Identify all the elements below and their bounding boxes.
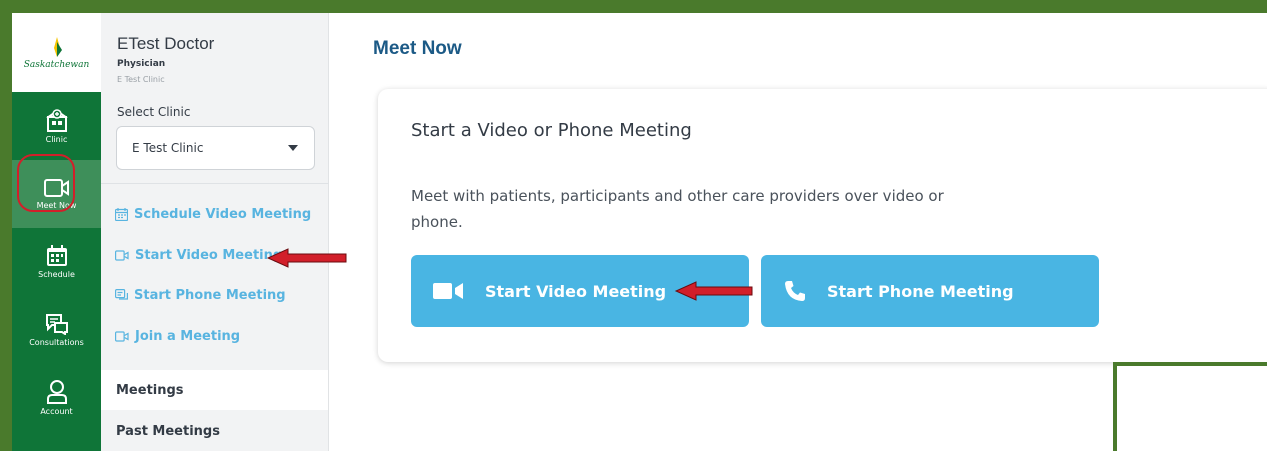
rail-item-account[interactable]: Account: [12, 364, 101, 432]
rail-item-label: Clinic: [45, 135, 68, 144]
rail-item-clinic[interactable]: Clinic: [12, 92, 101, 160]
select-clinic-label: Select Clinic: [117, 105, 191, 119]
logo-wordmark: Saskatchewan: [23, 59, 90, 70]
link-schedule-video-meeting[interactable]: Schedule Video Meeting: [115, 207, 311, 222]
link-label: Schedule Video Meeting: [134, 207, 312, 222]
user-clinic: E Test Clinic: [117, 75, 165, 84]
caret-down-icon: [288, 145, 298, 151]
clinic-icon: [45, 109, 68, 132]
rail-item-label: Account: [40, 407, 73, 416]
link-label: Start Phone Meeting: [134, 288, 286, 303]
sub-navigation: ETest Doctor Physician E Test Clinic Sel…: [101, 13, 329, 451]
rail-item-label: Consultations: [29, 338, 84, 347]
section-meetings[interactable]: Meetings: [101, 370, 328, 410]
rail-item-label: Schedule: [38, 270, 75, 279]
button-label: Start Phone Meeting: [827, 281, 1014, 301]
calendar-icon: [46, 245, 67, 266]
link-start-phone-meeting[interactable]: Start Phone Meeting: [115, 288, 286, 303]
button-label: Start Video Meeting: [485, 281, 667, 301]
user-name: ETest Doctor: [117, 34, 215, 53]
video-camera-icon: [115, 331, 129, 342]
link-start-video-meeting[interactable]: Start Video Meeting: [115, 248, 282, 263]
section-label: Past Meetings: [116, 423, 220, 439]
start-phone-meeting-button[interactable]: Start Phone Meeting: [761, 255, 1099, 327]
phone-icon: [785, 281, 805, 301]
divider: [101, 183, 329, 184]
section-past-meetings[interactable]: Past Meetings: [101, 411, 328, 451]
overlay-frame: [1113, 362, 1267, 451]
calendar-icon: [115, 208, 128, 221]
meeting-card: Start a Video or Phone Meeting Meet with…: [378, 89, 1267, 362]
page-title: Meet Now: [373, 38, 462, 59]
card-description: Meet with patients, participants and oth…: [411, 187, 944, 231]
annotation-highlight-oval: [17, 154, 75, 212]
link-label: Join a Meeting: [135, 329, 241, 344]
card-title: Start a Video or Phone Meeting: [411, 120, 692, 141]
rail-item-schedule[interactable]: Schedule: [12, 228, 101, 296]
link-join-a-meeting[interactable]: Join a Meeting: [115, 329, 240, 344]
wheat-logo-icon: [53, 36, 62, 57]
annotation-arrow-icon: [674, 281, 753, 301]
rail-item-consultations[interactable]: Consultations: [12, 296, 101, 364]
annotation-arrow-icon: [266, 248, 347, 268]
link-label: Start Video Meeting: [135, 248, 283, 263]
clinic-select[interactable]: E Test Clinic: [116, 126, 315, 170]
section-label: Meetings: [116, 382, 184, 398]
video-camera-icon: [433, 283, 463, 299]
phone-icon: [115, 289, 128, 300]
clinic-select-value: E Test Clinic: [132, 141, 204, 155]
user-role: Physician: [117, 59, 166, 69]
video-camera-icon: [115, 250, 129, 261]
saskatchewan-logo[interactable]: Saskatchewan: [12, 13, 101, 92]
chat-icon: [45, 314, 68, 335]
left-rail: Saskatchewan Clinic Meet Now Schedule Co…: [12, 13, 101, 451]
person-icon: [46, 380, 67, 404]
